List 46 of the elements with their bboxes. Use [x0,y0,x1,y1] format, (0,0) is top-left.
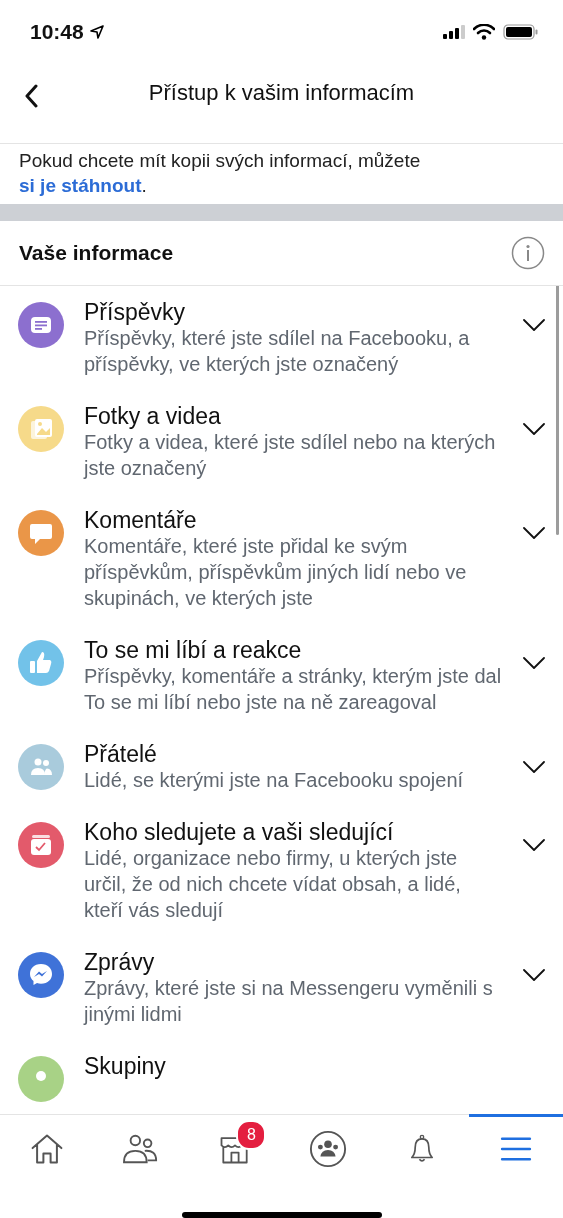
info-category-item[interactable]: Komentáře Komentáře, které jste přidal ke svým příspěvkům, příspěvkům jiných lidí nebo ve skupinách, ve kterých jste [0,494,563,624]
page-title: Přístup k vašim informacím [148,79,415,106]
group-icon [309,1130,348,1168]
chevron-down-icon[interactable] [523,657,545,669]
category-title: Fotky a videa [84,403,222,429]
chevron-down-icon[interactable] [523,839,545,851]
category-title: Příspěvky [84,299,186,325]
category-description: Fotky a videa, které jste sdílel nebo na kterých jste označený [84,430,497,481]
chevron-down-icon[interactable] [523,761,545,773]
info-category-item[interactable]: Přátelé Lidé, se kterými jste na Facebooku spojení [0,728,563,806]
back-chevron-icon [24,84,38,108]
marketplace-tab[interactable]: 8 [187,1114,282,1181]
section-title: Vaše informace [19,241,174,265]
category-description: Příspěvky, které jste sdílel na Facebooku, a příspěvky, ve kterých jste označený [84,326,471,377]
chevron-down-icon[interactable] [523,319,545,331]
info-icon[interactable] [511,236,545,270]
chevron-down-icon[interactable] [523,423,545,435]
info-category-item[interactable]: Koho sledujete a vaši sledující Lidé, organizace nebo firmy, u kterých jste určil, že od nich chcete vídat obsah, a lidé, kteří vás sledují [0,806,563,936]
wifi-icon [473,24,495,40]
info-category-item[interactable]: Zprávy Zprávy, které jste si na Messengeru vyměnili s jinými lidmi [0,936,563,1040]
category-description: Příspěvky, komentáře a stránky, kterým jste dal To se mi líbí nebo jste na ně zareagoval [84,664,503,715]
intro-text: Pokud chcete mít kopii svých informací, můžete si je stáhnout. [18,149,422,198]
category-title: Koho sledujete a vaši sledující [84,819,395,845]
category-description: Zprávy, které jste si na Messengeru vyměnili s jinými lidmi [84,976,494,1027]
chevron-down-icon[interactable] [523,969,545,981]
info-category-item[interactable]: To se mi líbí a reakce Příspěvky, komentáře a stránky, kterým jste dal To se mi líbí nebo jste na ně zareagoval [0,624,563,728]
info-category-item[interactable]: Příspěvky Příspěvky, které jste sdílel na Facebooku, a příspěvky, ve kterých jste označený [0,286,563,390]
location-arrow-icon [89,25,104,39]
info-category-item[interactable]: Fotky a videa Fotky a videa, které jste sdílel nebo na kterých jste označený [0,390,563,494]
download-link[interactable]: si je stáhnout [19,175,142,196]
category-title: Skupiny [84,1053,167,1079]
menu-icon [500,1136,533,1162]
category-title: Zprávy [84,949,156,975]
battery-icon [503,24,539,40]
category-description: Lidé, organizace nebo firmy, u kterých jste určil, že od nich chcete vídat obsah, a lidé, kteří vás sledují [84,846,462,923]
category-title: Přátelé [84,741,158,767]
category-description: Lidé, se kterými jste na Facebooku spojení [84,768,465,793]
status-time: 10:48 [30,20,84,44]
signal-icon [443,25,465,39]
info-category-item[interactable]: Skupiny [0,1040,563,1114]
notification-badge: 8 [236,1120,267,1150]
category-description: Komentáře, které jste přidal ke svým příspěvkům, příspěvkům jiných lidí nebo ve skupinách, ve kterých jste [84,534,468,611]
category-title: To se mi líbí a reakce [84,637,303,663]
category-title: Komentáře [84,507,198,533]
people-icon [121,1132,160,1166]
chevron-down-icon[interactable] [523,527,545,539]
